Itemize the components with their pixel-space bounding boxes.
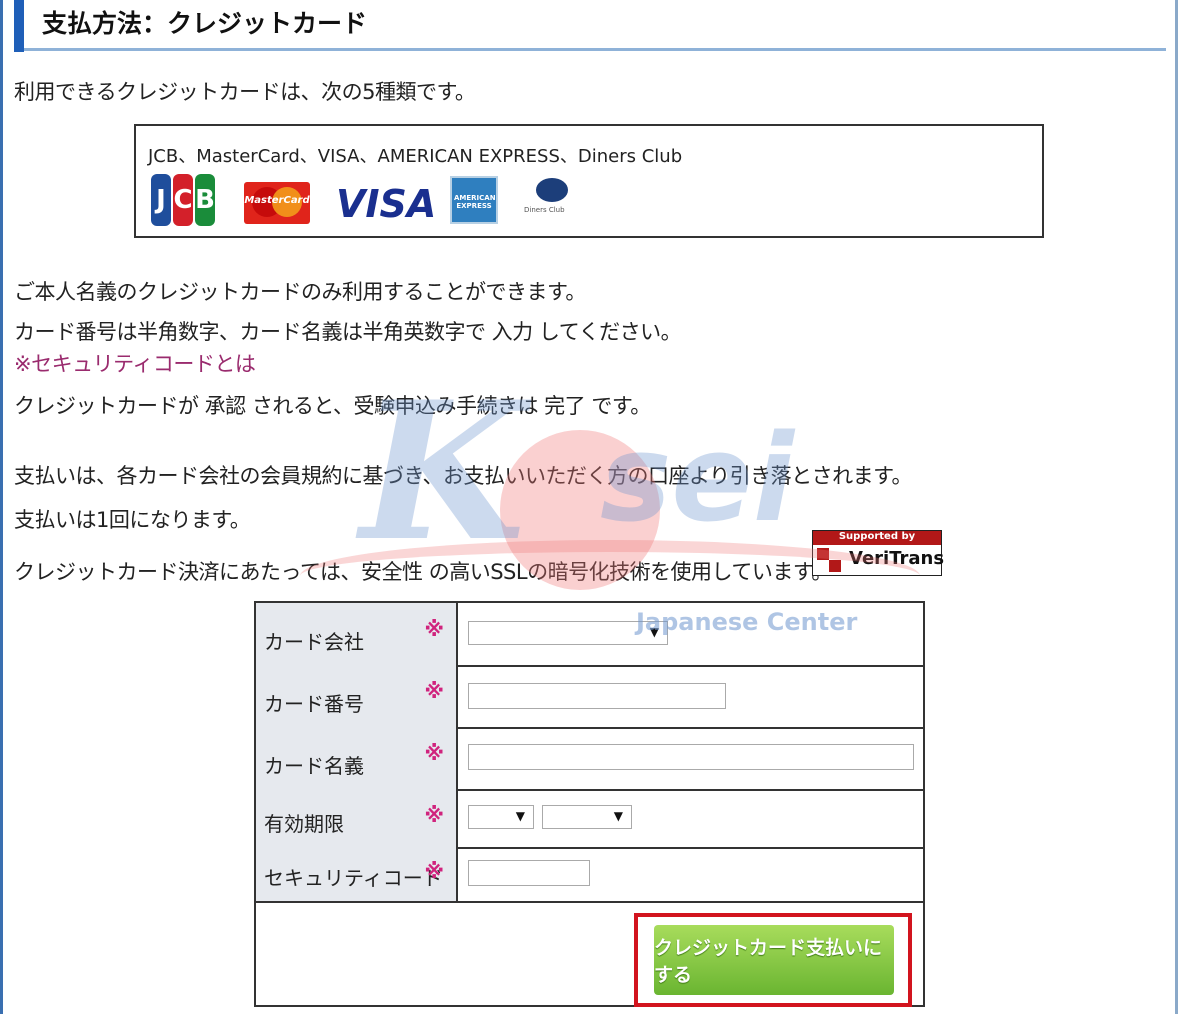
note-own-card: ご本人名義のクレジットカードのみ利用することができます。 (14, 280, 586, 304)
note-input-format: カード番号は半角数字、カード名義は半角英数字で 入力 してください。 (14, 320, 682, 344)
expiry-year-select[interactable]: ▼ (542, 805, 632, 829)
form-row-card-company: カード会社 ※ ▼ (256, 603, 923, 667)
mastercard-logo: MasterCard (244, 182, 310, 224)
form-row-submit: クレジットカード支払いにする (256, 901, 923, 1007)
form-row-card-number: カード番号 ※ (256, 665, 923, 729)
required-mark: ※ (424, 679, 444, 703)
intro-text: 利用できるクレジットカードは、次の5種類です。 (14, 80, 476, 104)
amex-logo: AMERICAN EXPRESS (450, 176, 498, 224)
card-brands-box: JCB、MasterCard、VISA、AMERICAN EXPRESS、Din… (134, 124, 1044, 238)
note-ssl: クレジットカード決済にあたっては、安全性 の高いSSLの暗号化技術を使用していま… (14, 560, 832, 584)
chevron-down-icon: ▼ (613, 809, 623, 823)
form-row-card-holder: カード名義 ※ (256, 727, 923, 791)
form-row-expiry: 有効期限 ※ ▼ ▼ (256, 789, 923, 849)
required-mark: ※ (424, 803, 444, 827)
veritrans-badge-top: Supported by (813, 531, 941, 545)
header-accent-bar (14, 0, 24, 52)
jcb-logo-c: C (173, 174, 193, 226)
header-underline (24, 48, 1166, 51)
diners-club-logo: Diners Club (524, 178, 584, 226)
required-mark: ※ (424, 741, 444, 765)
card-holder-input[interactable] (468, 744, 914, 770)
jcb-logo-b: B (195, 174, 215, 226)
jcb-logo: J C B (150, 174, 216, 226)
diners-logo-text: Diners Club (524, 206, 565, 214)
veritrans-badge: Supported by VeriTrans (812, 530, 945, 576)
chevron-down-icon: ▼ (649, 625, 659, 639)
chevron-down-icon: ▼ (515, 809, 525, 823)
mastercard-logo-text: MasterCard (244, 195, 310, 206)
security-code-input[interactable] (468, 860, 590, 886)
credit-card-form: カード会社 ※ ▼ カード番号 ※ カード名義 ※ 有効期限 ※ ▼ ▼ セキュ… (254, 601, 925, 1007)
form-row-security-code: セキュリティコード ※ (256, 847, 923, 903)
card-holder-label: カード名義 (264, 754, 364, 778)
expiry-label: 有効期限 (264, 812, 344, 836)
card-number-label: カード番号 (264, 692, 364, 716)
page-title: 支払方法：クレジットカード (42, 9, 368, 38)
page-left-border (0, 0, 3, 1014)
required-mark: ※ (424, 859, 444, 883)
note-approval: クレジットカードが 承認 されると、受験申込み手続きは 完了 です。 (14, 394, 651, 418)
card-brands-list: JCB、MasterCard、VISA、AMERICAN EXPRESS、Din… (148, 146, 683, 167)
expiry-month-select[interactable]: ▼ (468, 805, 534, 829)
required-mark: ※ (424, 617, 444, 641)
card-company-select[interactable]: ▼ (468, 621, 668, 645)
submit-highlight: クレジットカード支払いにする (634, 913, 912, 1007)
veritrans-check-icon (817, 548, 841, 572)
card-number-input[interactable] (468, 683, 726, 709)
amex-logo-text: AMERICAN EXPRESS (454, 194, 496, 210)
card-company-label: カード会社 (264, 630, 364, 654)
section-header: 支払方法：クレジットカード (14, 0, 1166, 52)
note-single-payment: 支払いは1回になります。 (14, 508, 251, 532)
note-payment-terms: 支払いは、各カード会社の会員規約に基づき、お支払いいただく方の口座より引き落とさ… (14, 464, 913, 488)
veritrans-badge-name: VeriTrans (849, 548, 945, 569)
submit-credit-card-button[interactable]: クレジットカード支払いにする (654, 925, 894, 995)
security-code-label: セキュリティコード (264, 866, 443, 890)
visa-logo: VISA (336, 182, 437, 226)
jcb-logo-j: J (151, 174, 171, 226)
security-code-link[interactable]: ※セキュリティコードとは (14, 348, 256, 378)
